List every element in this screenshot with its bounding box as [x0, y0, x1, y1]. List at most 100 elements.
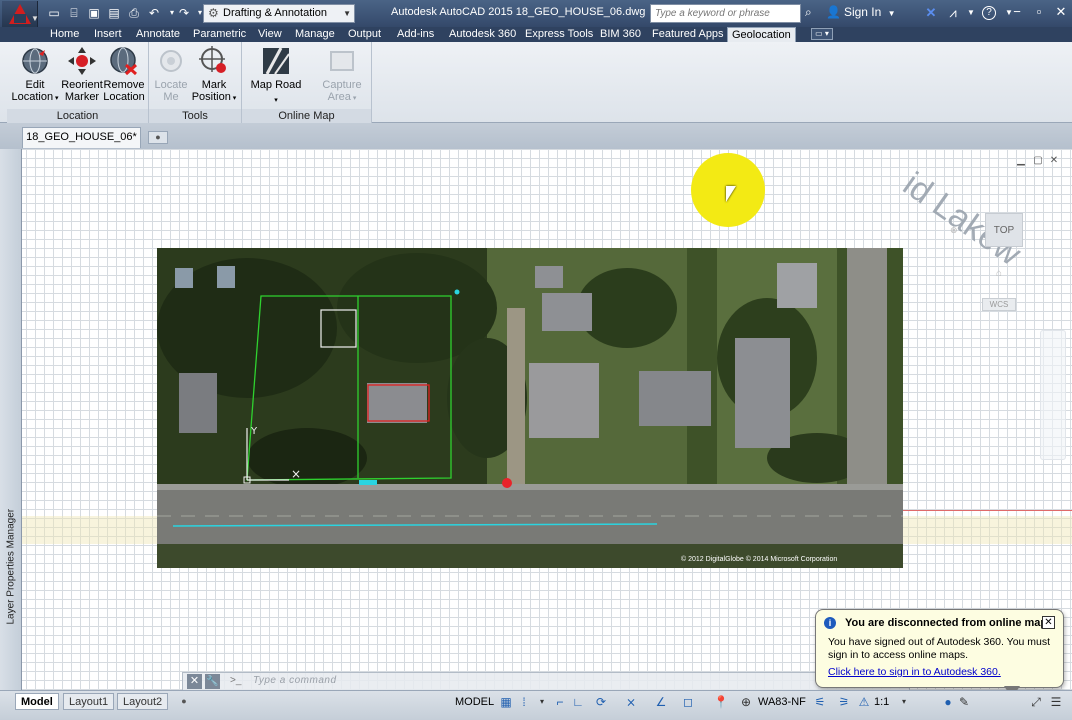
locate-me-icon [156, 46, 186, 76]
remove-location-label-2: Location [103, 91, 145, 103]
online-map-panel: Map Road ▾ Capture Area ▾ Online Map [242, 42, 372, 123]
new-icon[interactable]: ▭ [46, 5, 62, 21]
locate-me-button[interactable]: Locate Me [151, 46, 191, 103]
tab-home[interactable]: Home [50, 27, 79, 42]
gear-icon: ⚙ [208, 6, 219, 20]
title-bar: ▼ ▭ ⌸ ▣ ▤ ⎙ ↶ ▾ ↷ ▾ ⚙ Drafting & Annotat… [0, 0, 1072, 31]
viewport-minimize-button[interactable]: ▁ [1014, 155, 1028, 167]
remove-location-button[interactable]: Remove Location [103, 46, 145, 103]
ribbon: Edit Location ▾ Reorient Marker Remove L… [0, 42, 1072, 123]
object-snap-icon[interactable]: ◻ [680, 694, 696, 710]
coordinate-system-label[interactable]: WA83-NF [758, 696, 806, 708]
autocad-window: ▼ ▭ ⌸ ▣ ▤ ⎙ ↶ ▾ ↷ ▾ ⚙ Drafting & Annotat… [0, 0, 1072, 720]
search-input[interactable]: Type a keyword or phrase [650, 4, 801, 23]
map-road-button[interactable]: Map Road ▾ [248, 46, 304, 107]
edit-location-button[interactable]: Edit Location ▾ [11, 46, 59, 105]
command-line[interactable]: ✕ 🔧 >_ Type a command [182, 672, 910, 691]
tab-insert[interactable]: Insert [94, 27, 122, 42]
workspace-selector[interactable]: ⚙ Drafting & Annotation ▼ [203, 4, 355, 23]
object-snap-tracking-icon[interactable]: ∠ [653, 694, 669, 710]
help-icon[interactable]: ? [982, 6, 996, 20]
close-icon[interactable]: ✕ [187, 674, 202, 689]
redo-icon[interactable]: ↷ [176, 5, 192, 21]
polar-icon[interactable]: ⟳ [593, 694, 609, 710]
layout-tab-model[interactable]: Model [15, 693, 59, 710]
tab-add-ins[interactable]: Add-ins [397, 27, 434, 42]
close-button[interactable]: ✕ [1050, 3, 1072, 21]
snap-icon[interactable]: ⁞ [516, 694, 532, 710]
undo-icon[interactable]: ↶ [146, 5, 162, 21]
close-button[interactable]: ✕ [1042, 616, 1055, 629]
plot-icon[interactable]: ⎙ [126, 5, 142, 21]
tab-view[interactable]: View [258, 27, 282, 42]
a360-icon[interactable]: ⩘ [944, 4, 962, 22]
capture-area-button[interactable]: Capture Area ▾ [316, 46, 368, 105]
grid-icon[interactable]: ▦ [498, 694, 514, 710]
add-layout-button[interactable]: ● [177, 695, 191, 708]
binoculars-icon[interactable]: ⌕ [805, 5, 812, 20]
mark-position-button[interactable]: Mark Position ▾ [191, 46, 237, 105]
tab-express-tools[interactable]: Express Tools [525, 27, 593, 42]
file-tab-18-geo-house-06[interactable]: 18_GEO_HOUSE_06* [22, 127, 141, 148]
red-line [903, 510, 1072, 511]
map-road-icon [261, 46, 291, 76]
reorient-marker-button[interactable]: Reorient Marker [59, 46, 105, 103]
tab-bim-360[interactable]: BIM 360 [600, 27, 641, 42]
command-input[interactable]: Type a command [253, 675, 337, 686]
locate-me-label-2: Me [163, 91, 179, 103]
isodraft-icon[interactable]: ⨯ [623, 694, 639, 710]
compass-icon: ⊗ [950, 225, 958, 235]
viewport-close-button[interactable]: ✕ [1047, 155, 1061, 167]
tab-output[interactable]: Output [348, 27, 381, 42]
isolate-objects-icon[interactable]: ● [940, 694, 956, 710]
layout-tab-layout2[interactable]: Layout2 [117, 693, 169, 710]
tab-annotate[interactable]: Annotate [136, 27, 180, 42]
viewcube[interactable]: TOP [985, 213, 1023, 247]
tab-featured-apps[interactable]: Featured Apps [652, 27, 724, 42]
new-tab-button[interactable]: ● [148, 131, 168, 144]
ortho-icon[interactable]: ∟ [570, 694, 586, 710]
infer-constraints-icon[interactable]: ⌐ [552, 694, 568, 710]
home-icon[interactable]: ⌂ [996, 268, 1010, 280]
annotation-icon[interactable]: ⚠ [856, 694, 872, 710]
chevron-down-icon[interactable]: ▾ [896, 694, 912, 710]
annotation-visibility-icon[interactable]: ⚟ [812, 694, 828, 710]
mark-position-icon [199, 46, 229, 76]
maximize-button[interactable]: ▫ [1028, 3, 1050, 21]
model-space-toggle[interactable]: MODEL [455, 696, 494, 708]
annotation-scale[interactable]: 1:1 [874, 696, 889, 708]
globe-icon: ⊕ [740, 695, 752, 709]
tab-parametric[interactable]: Parametric [193, 27, 246, 42]
chevron-down-icon[interactable]: ▾ [534, 694, 550, 710]
open-icon[interactable]: ⌸ [66, 5, 82, 21]
layout-tab-layout1[interactable]: Layout1 [63, 693, 115, 710]
sign-in-button[interactable]: 👤 Sign In ▼ [826, 5, 896, 19]
chevron-down-icon: ▼ [31, 14, 39, 23]
ribbon-options-button[interactable]: ▭ ▾ [811, 28, 833, 40]
save-as-icon[interactable]: ▤ [106, 5, 122, 21]
notification-balloon: i You are disconnected from online maps … [815, 609, 1064, 688]
exchange-icon[interactable]: ✕ [922, 4, 940, 22]
chevron-down-icon[interactable]: ▼ [962, 4, 980, 22]
hardware-acceleration-icon[interactable]: ✎ [956, 694, 972, 710]
navigation-bar[interactable] [1040, 330, 1066, 460]
location-panel-title: Location [7, 109, 148, 123]
geomarker-icon[interactable]: 📍 [713, 694, 729, 710]
save-icon[interactable]: ▣ [86, 5, 102, 21]
autoscale-icon[interactable]: ⚞ [836, 694, 852, 710]
reorient-marker-label-1: Reorient [61, 79, 103, 91]
sign-in-link[interactable]: Click here to sign in to Autodesk 360. [828, 666, 1001, 678]
clean-screen-icon[interactable]: ⤢ [1028, 694, 1044, 710]
tab-manage[interactable]: Manage [295, 27, 335, 42]
sign-in-label: Sign In [843, 5, 882, 19]
tab-autodesk-360[interactable]: Autodesk 360 [449, 27, 516, 42]
tools-panel: Locate Me Mark Position ▾ Tools [149, 42, 242, 123]
tab-geolocation[interactable]: Geolocation [727, 27, 796, 42]
customization-menu-icon[interactable]: ☰ [1048, 694, 1064, 710]
minimize-button[interactable]: − [1006, 3, 1028, 21]
viewport-restore-button[interactable]: ▢ [1031, 155, 1045, 167]
svg-text:Y: Y [250, 426, 258, 437]
layer-properties-palette-strip[interactable]: Layer Properties Manager [0, 149, 22, 690]
wrench-icon[interactable]: 🔧 [205, 674, 220, 689]
wcs-menu[interactable]: WCS [982, 298, 1016, 311]
